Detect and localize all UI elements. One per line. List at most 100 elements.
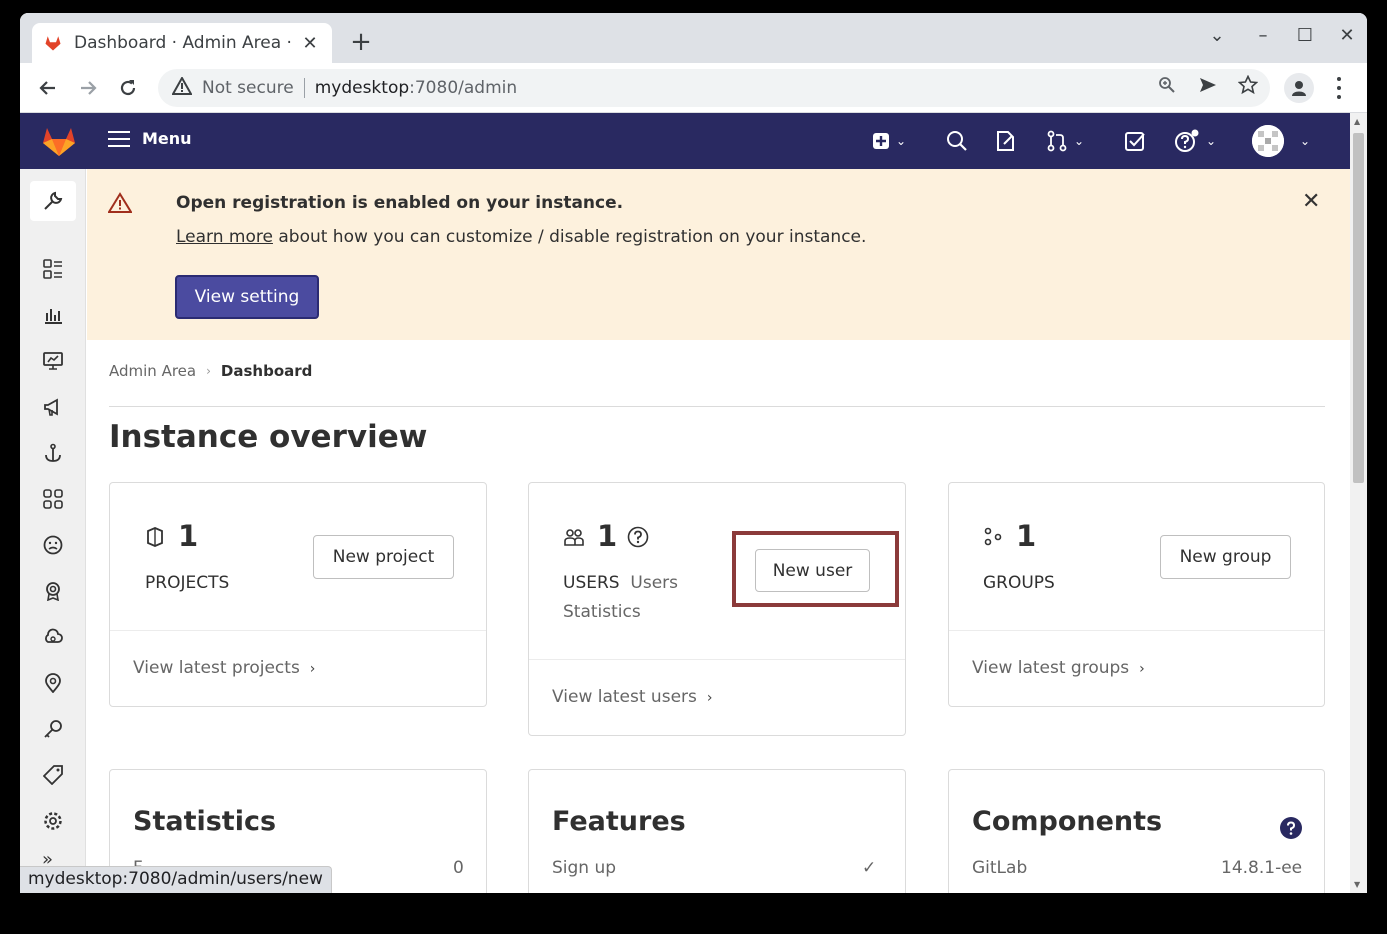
geo-location-icon[interactable] [41, 671, 65, 695]
browser-toolbar: Not secure mydesktop :7080/admin [20, 63, 1367, 113]
card-divider [529, 659, 905, 660]
view-latest-users-link[interactable]: View latest users › [552, 687, 712, 707]
alert-warning-icon [107, 192, 133, 216]
view-latest-groups-link[interactable]: View latest groups › [972, 658, 1145, 678]
back-icon[interactable] [34, 74, 62, 102]
group-icon [983, 526, 1003, 548]
new-user-highlight-box [732, 531, 899, 607]
alert-body-text: about how you can customize / disable re… [272, 227, 867, 247]
breadcrumb-current[interactable]: Dashboard [221, 362, 312, 380]
not-secure-label[interactable]: Not secure [202, 78, 294, 98]
features-title: Features [552, 806, 686, 837]
browser-menu-icon[interactable] [1328, 75, 1350, 101]
view-latest-projects-label: View latest projects [133, 658, 300, 678]
menu-button[interactable]: Menu [108, 129, 192, 148]
tab-search-chevron-icon[interactable]: ⌄ [1202, 25, 1232, 46]
labels-tag-icon[interactable] [41, 763, 65, 787]
warning-triangle-icon[interactable] [171, 75, 194, 99]
projects-label: PROJECTS [145, 573, 230, 593]
analytics-icon[interactable] [41, 303, 65, 327]
url-path: :7080/admin [409, 78, 518, 98]
view-setting-button[interactable]: View setting [175, 275, 319, 319]
alert-title: Open registration is enabled on your ins… [176, 193, 624, 213]
page-scrollbar[interactable]: ▲ ▼ [1350, 113, 1367, 893]
view-latest-projects-link[interactable]: View latest projects › [133, 658, 315, 678]
admin-sidebar: » [20, 169, 86, 893]
groups-card: 1 GROUPS New group View latest groups › [948, 482, 1325, 707]
tab-close-icon[interactable]: ✕ [300, 33, 320, 54]
maximize-icon[interactable]: ☐ [1290, 25, 1320, 46]
create-new-icon[interactable]: ⌄ [872, 129, 906, 153]
components-help-icon[interactable] [1279, 816, 1303, 840]
components-row-label: GitLab [972, 858, 1028, 878]
breadcrumb: Admin Area › Dashboard [109, 362, 312, 380]
statistics-link[interactable]: Statistics [563, 602, 641, 622]
monitoring-icon[interactable] [41, 349, 65, 373]
applications-icon[interactable] [41, 487, 65, 511]
sidebar-item-admin[interactable] [30, 181, 76, 221]
new-group-button[interactable]: New group [1160, 535, 1291, 579]
users-link[interactable]: Users [630, 573, 678, 593]
bookmark-star-icon[interactable] [1236, 73, 1260, 97]
projects-count: 1 [178, 519, 199, 553]
divider [109, 406, 1325, 407]
merge-requests-icon[interactable]: ⌄ [1046, 129, 1084, 153]
forward-icon[interactable] [74, 74, 102, 102]
users-stats-line: USERS Users [563, 573, 678, 593]
scroll-down-icon[interactable]: ▼ [1354, 880, 1360, 889]
system-hooks-anchor-icon[interactable] [41, 441, 65, 465]
alert-body: Learn more about how you can customize /… [176, 227, 866, 247]
browser-tab[interactable]: Dashboard · Admin Area · ✕ [32, 23, 332, 63]
registration-alert: Open registration is enabled on your ins… [87, 169, 1350, 340]
settings-gear-icon[interactable] [41, 809, 65, 833]
scroll-up-icon[interactable]: ▲ [1354, 117, 1360, 126]
search-icon[interactable] [946, 129, 968, 153]
hamburger-icon [108, 130, 130, 147]
messages-megaphone-icon[interactable] [41, 395, 65, 419]
link-status-bar: mydesktop:7080/admin/users/new [20, 866, 332, 893]
browser-window: Dashboard · Admin Area · ✕ + ⌄ – ☐ ✕ Not… [20, 13, 1367, 893]
chevron-right-icon: › [706, 690, 713, 706]
groups-label: GROUPS [983, 573, 1055, 593]
address-bar[interactable]: Not secure mydesktop :7080/admin [158, 69, 1270, 107]
components-title: Components [972, 806, 1163, 837]
gitlab-favicon-icon [44, 34, 62, 52]
window-close-icon[interactable]: ✕ [1332, 25, 1362, 46]
scrollbar-thumb[interactable] [1353, 133, 1364, 483]
avatar-chevron-icon[interactable]: ⌄ [1294, 129, 1310, 153]
minimize-icon[interactable]: – [1248, 25, 1278, 46]
credentials-key-icon[interactable] [41, 717, 65, 741]
chevron-right-icon: › [309, 661, 316, 677]
user-avatar-icon[interactable] [1252, 125, 1284, 157]
kubernetes-cloud-icon[interactable] [41, 625, 65, 649]
abuse-reports-icon[interactable] [41, 533, 65, 557]
new-project-button[interactable]: New project [313, 535, 454, 579]
send-icon[interactable] [1196, 73, 1220, 97]
card-divider [110, 630, 486, 631]
overview-icon[interactable] [41, 257, 65, 281]
features-card: Features Sign up ✓ [528, 769, 906, 893]
todos-icon[interactable] [1124, 129, 1146, 153]
breadcrumb-admin-area[interactable]: Admin Area [109, 362, 196, 380]
zoom-icon[interactable] [1155, 73, 1179, 97]
profile-icon[interactable] [1284, 73, 1314, 103]
users-help-icon[interactable] [626, 525, 650, 549]
features-row-label: Sign up [552, 858, 617, 878]
menu-label: Menu [142, 129, 192, 148]
learn-more-link[interactable]: Learn more [176, 227, 273, 247]
card-divider [949, 630, 1324, 631]
gitlab-logo-icon[interactable] [42, 125, 76, 157]
project-icon [145, 526, 165, 548]
projects-card: 1 PROJECTS New project View latest proje… [109, 482, 487, 707]
issues-icon[interactable] [994, 129, 1016, 153]
address-divider [303, 78, 305, 98]
subscription-badge-icon[interactable] [41, 579, 65, 603]
components-card: Components GitLab 14.8.1-ee [948, 769, 1325, 893]
tab-strip: Dashboard · Admin Area · ✕ + ⌄ – ☐ ✕ [20, 13, 1367, 63]
new-tab-icon[interactable]: + [348, 27, 374, 57]
users-card: 1 USERS Users Statistics New user View l… [528, 482, 906, 736]
alert-close-icon[interactable]: ✕ [1302, 189, 1320, 214]
reload-icon[interactable] [114, 74, 142, 102]
view-latest-users-label: View latest users [552, 687, 697, 707]
help-icon[interactable]: ⌄ [1174, 129, 1216, 153]
